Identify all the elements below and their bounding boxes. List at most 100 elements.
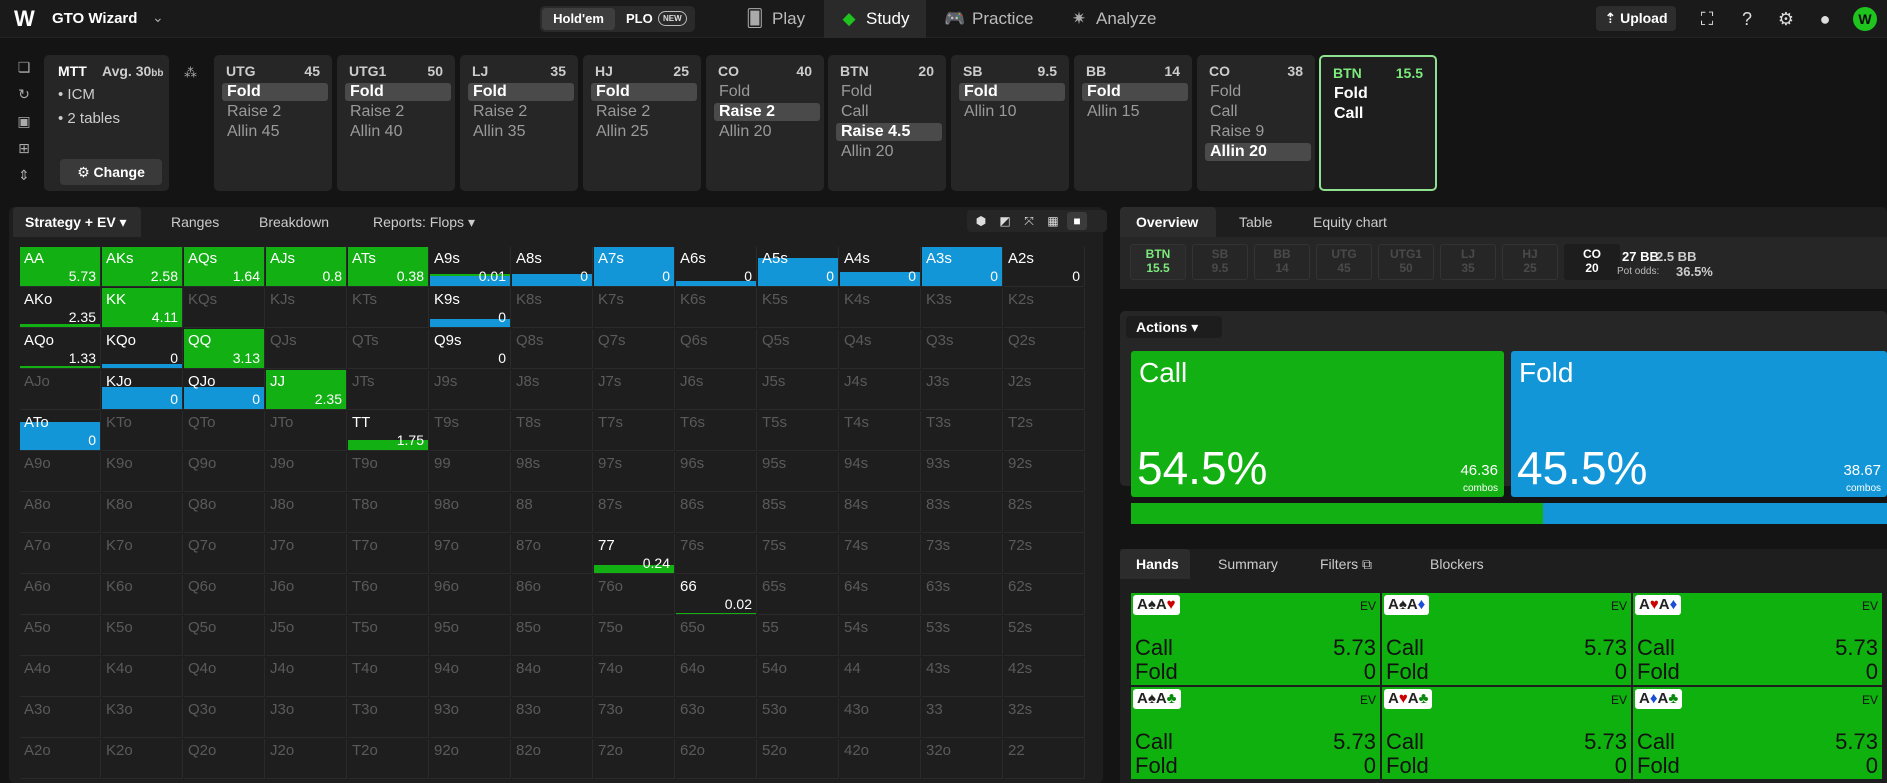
hand-cell-63o[interactable]: 63o [676, 698, 757, 738]
hand-cell-97s[interactable]: 97s [594, 452, 675, 492]
hand-cell-a8o[interactable]: A8o [20, 493, 101, 533]
position-action-item[interactable]: Fold [591, 83, 697, 101]
hand-cell-a6o[interactable]: A6o [20, 575, 101, 615]
hand-cell-jto[interactable]: JTo [266, 411, 347, 451]
hand-cell-kjo[interactable]: KJo 0 [102, 370, 183, 410]
hand-cell-q6s[interactable]: Q6s [676, 329, 757, 369]
hand-cell-aa[interactable]: AA 5.73 [20, 247, 101, 287]
position-action-item[interactable]: Raise 2 [345, 103, 451, 121]
tab-hands[interactable]: Hands [1120, 549, 1190, 579]
hand-cell-q9s[interactable]: Q9s 0 [430, 329, 511, 369]
tab-overview[interactable]: Overview [1120, 207, 1216, 237]
hand-cell-43o[interactable]: 43o [840, 698, 921, 738]
hand-cell-q2s[interactable]: Q2s [1004, 329, 1085, 369]
hand-cell-aks[interactable]: AKs 2.58 [102, 247, 183, 287]
hand-cell-a4o[interactable]: A4o [20, 657, 101, 697]
position-action-item[interactable]: Fold [836, 83, 942, 101]
hand-cell-qjs[interactable]: QJs [266, 329, 347, 369]
hand-cell-a5s[interactable]: A5s 0 [758, 247, 839, 287]
position-card-utg1[interactable]: UTG1 50 Fold Raise 2 Allin 40 [337, 55, 455, 191]
hand-cell-k5s[interactable]: K5s [758, 288, 839, 328]
hand-cell-kqs[interactable]: KQs [184, 288, 265, 328]
hand-cell-j3s[interactable]: J3s [922, 370, 1003, 410]
hand-cell-k6o[interactable]: K6o [102, 575, 183, 615]
hand-cell-q5s[interactable]: Q5s [758, 329, 839, 369]
hand-cell-65o[interactable]: 65o [676, 616, 757, 656]
hand-cell-55[interactable]: 55 [758, 616, 839, 656]
hand-cell-a9o[interactable]: A9o [20, 452, 101, 492]
hand-cell-j5s[interactable]: J5s [758, 370, 839, 410]
hand-cell-j4s[interactable]: J4s [840, 370, 921, 410]
compress-view-icon[interactable]: ⤧ [1019, 212, 1039, 230]
position-action-item[interactable]: Allin 20 [714, 123, 820, 141]
position-action-item[interactable]: Fold [1329, 85, 1435, 103]
hand-cell-44[interactable]: 44 [840, 657, 921, 697]
position-action-item[interactable]: Allin 15 [1082, 103, 1188, 121]
hand-cell-j7o[interactable]: J7o [266, 534, 347, 574]
hand-cell-95o[interactable]: 95o [430, 616, 511, 656]
hand-cell-a2o[interactable]: A2o [20, 739, 101, 779]
hand-cell-85s[interactable]: 85s [758, 493, 839, 533]
tab-strategy-ev[interactable]: Strategy + EV ▾ [13, 207, 141, 237]
position-action-item[interactable]: Call [836, 103, 942, 121]
hand-cell-j6o[interactable]: J6o [266, 575, 347, 615]
hand-cell-k4s[interactable]: K4s [840, 288, 921, 328]
hand-cell-94s[interactable]: 94s [840, 452, 921, 492]
hand-cell-a9s[interactable]: A9s 0.01 [430, 247, 511, 287]
screenshot-icon[interactable]: ⛶ [1695, 7, 1719, 31]
hand-cell-qq[interactable]: QQ 3.13 [184, 329, 265, 369]
hand-cell-32s[interactable]: 32s [1004, 698, 1085, 738]
position-action-item[interactable]: Fold [959, 83, 1065, 101]
hand-cell-98s[interactable]: 98s [512, 452, 593, 492]
call-action-card[interactable]: Call 54.5% 46.36 combos [1131, 351, 1504, 497]
hand-cell-87s[interactable]: 87s [594, 493, 675, 533]
hand-cell-kts[interactable]: KTs [348, 288, 429, 328]
hand-cell-j9s[interactable]: J9s [430, 370, 511, 410]
hand-cell-93s[interactable]: 93s [922, 452, 1003, 492]
hand-cell-97o[interactable]: 97o [430, 534, 511, 574]
hand-cell-73o[interactable]: 73o [594, 698, 675, 738]
hand-cell-62o[interactable]: 62o [676, 739, 757, 779]
hand-cell-73s[interactable]: 73s [922, 534, 1003, 574]
tab-summary[interactable]: Summary [1218, 549, 1278, 579]
hand-cell-53s[interactable]: 53s [922, 616, 1003, 656]
hand-cell-j8s[interactable]: J8s [512, 370, 593, 410]
hand-cell-t2s[interactable]: T2s [1004, 411, 1085, 451]
hand-cell-k5o[interactable]: K5o [102, 616, 183, 656]
plo-toggle-button[interactable]: PLO [626, 8, 653, 30]
hand-cell-k2s[interactable]: K2s [1004, 288, 1085, 328]
position-action-item[interactable]: Raise 4.5 [836, 123, 942, 141]
hand-cell-82o[interactable]: 82o [512, 739, 593, 779]
user-icon[interactable]: ● [1813, 7, 1837, 31]
position-action-item[interactable]: Fold [714, 83, 820, 101]
hand-cell-77[interactable]: 77 0.24 [594, 534, 675, 574]
position-card-btn[interactable]: BTN 20 Fold Call Raise 4.5 Allin 20 [828, 55, 946, 191]
hand-cell-32o[interactable]: 32o [922, 739, 1003, 779]
holdem-toggle-button[interactable]: Hold'em [542, 8, 615, 30]
hand-cell-88[interactable]: 88 [512, 493, 593, 533]
position-card-co[interactable]: CO 38 Fold Call Raise 9 Allin 20 [1197, 55, 1315, 191]
hand-cell-75s[interactable]: 75s [758, 534, 839, 574]
hand-cell-ako[interactable]: AKo 2.35 [20, 288, 101, 328]
position-action-item[interactable]: Call [1205, 103, 1311, 121]
position-action-item[interactable]: Allin 40 [345, 123, 451, 141]
hand-cell-q4o[interactable]: Q4o [184, 657, 265, 697]
hand-cell-t3o[interactable]: T3o [348, 698, 429, 738]
hand-cell-94o[interactable]: 94o [430, 657, 511, 697]
hand-cell-k7s[interactable]: K7s [594, 288, 675, 328]
fold-action-card[interactable]: Fold 45.5% 38.67 combos [1511, 351, 1887, 497]
position-card-hj[interactable]: HJ 25 Fold Raise 2 Allin 25 [583, 55, 701, 191]
hand-cell-74o[interactable]: 74o [594, 657, 675, 697]
hand-combo-card[interactable]: A♥A♦ EV Call 5.73 Fold 0 [1633, 593, 1882, 685]
hand-cell-53o[interactable]: 53o [758, 698, 839, 738]
hand-cell-j6s[interactable]: J6s [676, 370, 757, 410]
hand-cell-q7o[interactable]: Q7o [184, 534, 265, 574]
hand-cell-a6s[interactable]: A6s 0 [676, 247, 757, 287]
hand-cell-qto[interactable]: QTo [184, 411, 265, 451]
hand-cell-t4o[interactable]: T4o [348, 657, 429, 697]
tab-blockers[interactable]: Blockers [1430, 549, 1484, 579]
gto-wizard-logo-icon[interactable]: W [14, 8, 40, 30]
hand-cell-85o[interactable]: 85o [512, 616, 593, 656]
hand-cell-j7s[interactable]: J7s [594, 370, 675, 410]
hand-cell-66[interactable]: 66 0.02 [676, 575, 757, 615]
